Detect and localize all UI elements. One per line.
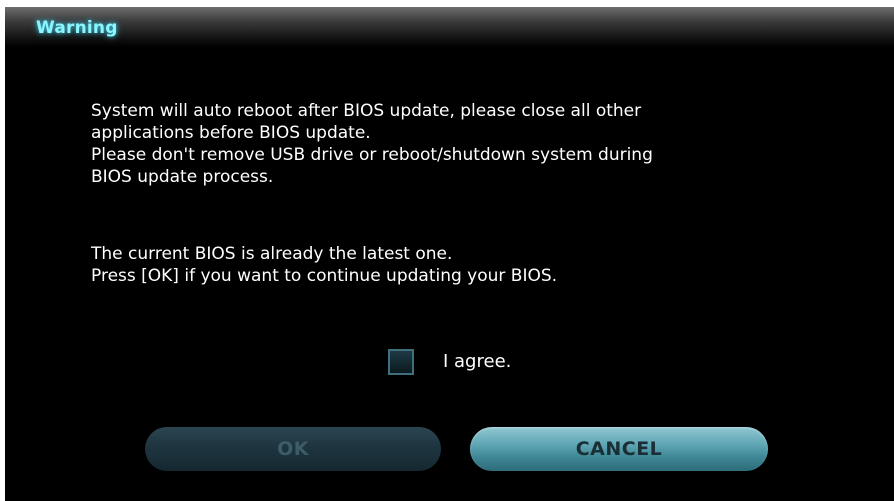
warning-dialog: Warning System will auto reboot after BI… [5,7,894,501]
status-line: Press [OK] if you want to continue updat… [91,266,558,286]
status-message: The current BIOS is already the latest o… [91,243,557,287]
agree-checkbox[interactable] [388,349,414,375]
message-line: Please don't remove USB drive or reboot/… [91,145,653,165]
title-bar[interactable]: Warning [5,7,894,47]
dialog-title: Warning [36,18,118,38]
status-line: The current BIOS is already the latest o… [91,244,453,264]
message-line: BIOS update process. [91,167,274,187]
cancel-button[interactable]: CANCEL [470,427,768,471]
message-line: System will auto reboot after BIOS updat… [91,101,642,121]
ok-button[interactable]: OK [145,427,441,471]
warning-message: System will auto reboot after BIOS updat… [91,100,653,188]
message-line: applications before BIOS update. [91,123,371,143]
agree-label[interactable]: I agree. [443,351,511,372]
